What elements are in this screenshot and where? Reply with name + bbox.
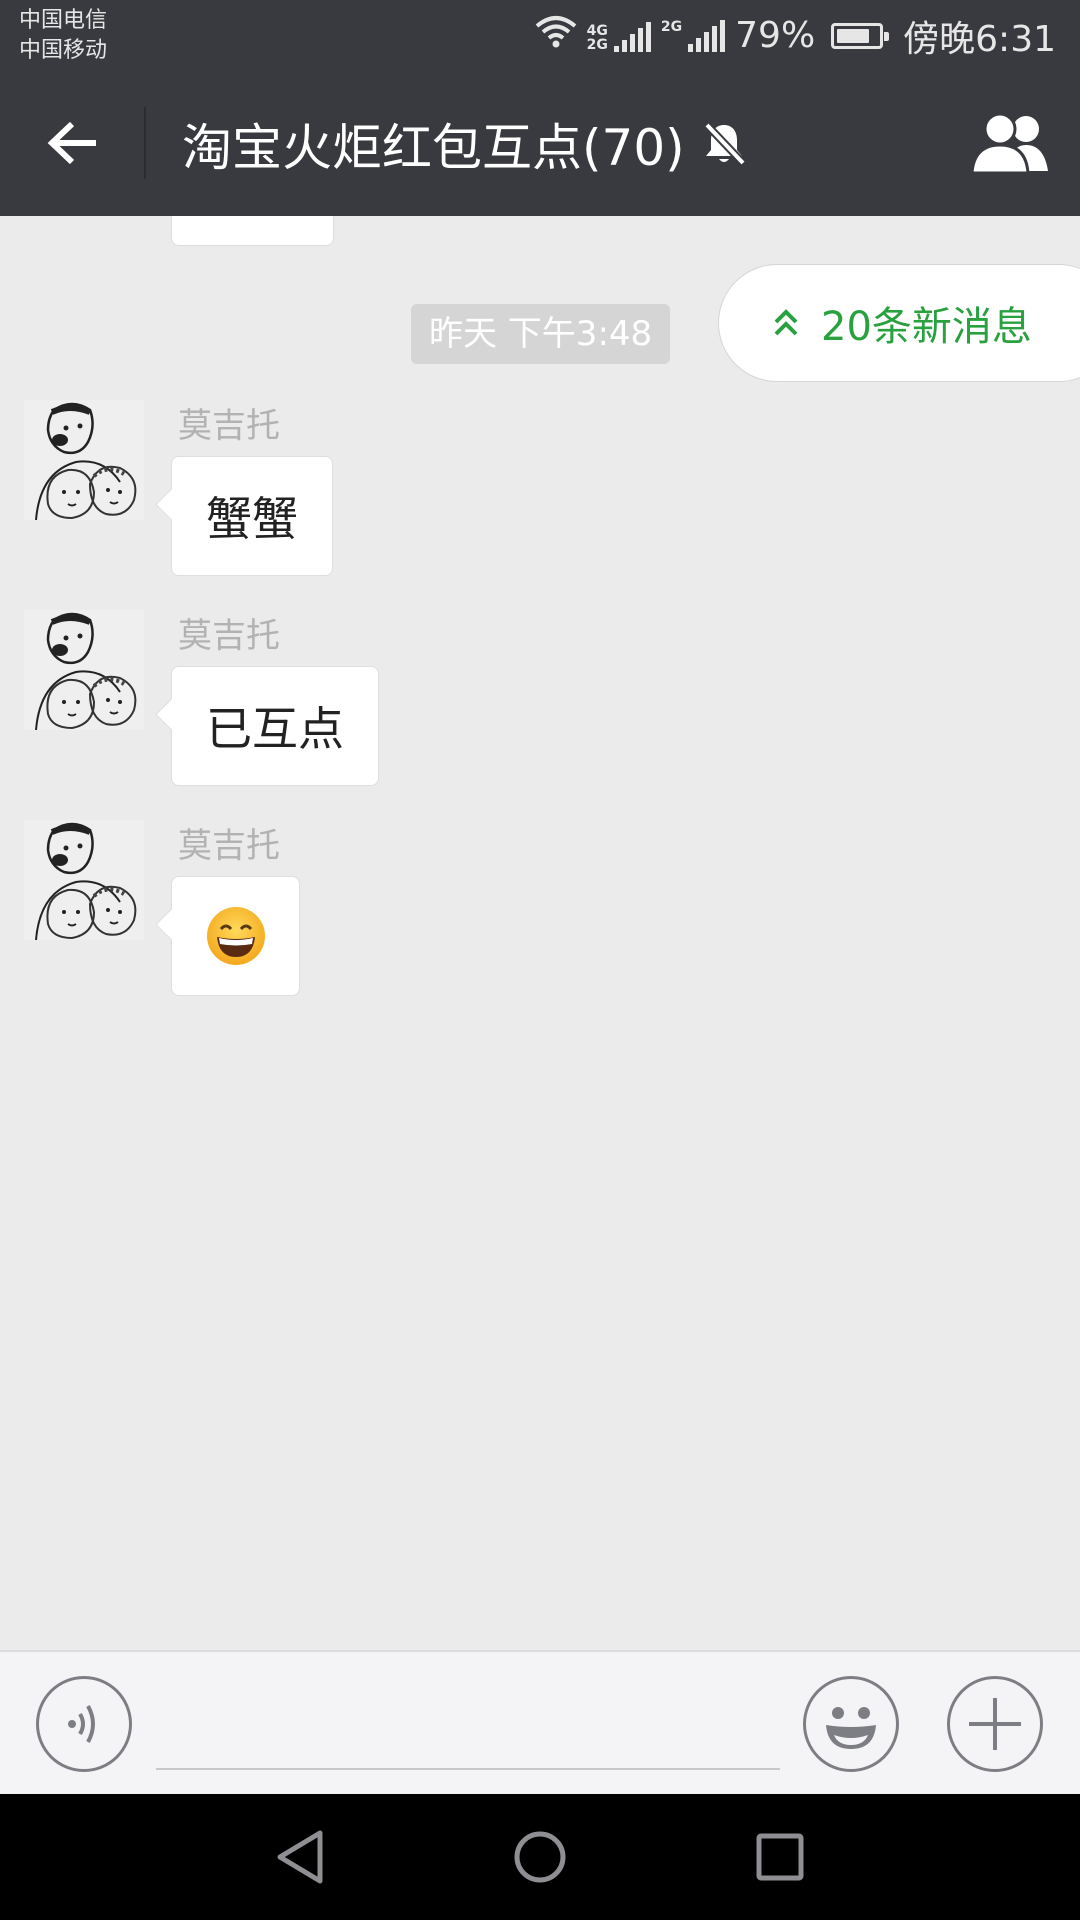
- signal-2-icon: 2G: [660, 18, 726, 52]
- new-messages-button[interactable]: 20条新消息: [718, 264, 1080, 382]
- circle-home-icon: [514, 1831, 566, 1883]
- avatar[interactable]: [24, 820, 144, 940]
- wifi-icon: [535, 14, 577, 57]
- grinning-emoji-icon: [206, 907, 265, 965]
- double-chevron-up-icon: [774, 309, 798, 336]
- signal-1-label-bottom: 2G: [586, 36, 608, 53]
- chat-title-container: 淘宝火炬红包互点(70): [182, 71, 749, 216]
- nav-recent-button[interactable]: [747, 1824, 813, 1890]
- carrier-names: 中国电信 中国移动: [19, 6, 107, 66]
- message-row: 莫吉托 已互点: [0, 610, 1080, 800]
- new-messages-label: 20条新消息: [821, 304, 1032, 350]
- carrier-1: 中国电信: [19, 8, 108, 33]
- signal-2-label: 2G: [660, 18, 683, 35]
- message-input[interactable]: [156, 1682, 780, 1770]
- sender-name: 莫吉托: [178, 406, 280, 446]
- message-row: 莫吉托 😄: [0, 820, 1080, 1010]
- message-text: 蟹蟹: [206, 492, 298, 546]
- nav-back-button[interactable]: [267, 1824, 333, 1890]
- clock: 傍晚6:31: [903, 18, 1056, 60]
- arrow-left-icon: [47, 121, 96, 165]
- battery-icon: [831, 22, 890, 49]
- signal-1-icon: 4G 2G: [587, 20, 651, 52]
- carrier-2: 中国移动: [19, 38, 108, 63]
- voice-icon: [68, 1705, 95, 1743]
- system-nav-bar: [0, 1794, 1080, 1920]
- chat-header: 淘宝火炬红包互点(70): [0, 71, 1080, 216]
- smiley-icon: [826, 1707, 876, 1749]
- timestamp-divider: 昨天 下午3:48: [411, 304, 671, 364]
- message-bubble[interactable]: 😄: [171, 876, 300, 996]
- avatar[interactable]: [24, 400, 144, 520]
- avatar[interactable]: [24, 610, 144, 730]
- sender-name: 莫吉托: [178, 826, 280, 866]
- members-button[interactable]: [968, 111, 1052, 175]
- message-bubble[interactable]: 已互点: [171, 666, 379, 786]
- battery-fill: [837, 28, 870, 43]
- emoji-button[interactable]: [803, 1676, 899, 1772]
- message-bubble[interactable]: 蟹蟹: [171, 456, 333, 576]
- chat-title: 淘宝火炬红包互点(70): [182, 118, 685, 177]
- chat-messages-area[interactable]: 昨天 下午3:48 20条新消息 莫吉托 蟹蟹 莫吉托 已互点 莫吉托: [0, 216, 1080, 1650]
- previous-message-bubble[interactable]: [171, 216, 334, 246]
- plus-icon: [969, 1698, 1021, 1750]
- bell-off-icon: [699, 119, 749, 169]
- sender-name: 莫吉托: [178, 616, 280, 656]
- nav-home-button[interactable]: [507, 1824, 573, 1890]
- battery-percent: 79%: [735, 15, 816, 56]
- message-row: 莫吉托 蟹蟹: [0, 400, 1080, 590]
- triangle-back-icon: [277, 1830, 323, 1884]
- more-button[interactable]: [947, 1676, 1043, 1772]
- square-recent-icon: [756, 1833, 804, 1881]
- group-people-icon: [970, 112, 1048, 175]
- back-button[interactable]: [40, 111, 104, 175]
- message-input-bar: [0, 1650, 1080, 1794]
- voice-button[interactable]: [36, 1676, 132, 1772]
- header-divider: [144, 107, 146, 179]
- message-text: 已互点: [206, 702, 344, 756]
- status-bar: 中国电信 中国移动 4G 2G 2G 79% 傍晚6:31: [0, 0, 1080, 71]
- status-icons: 4G 2G 2G 79% 傍晚6:31: [535, 0, 1056, 71]
- signal-1-label-top: 4G: [586, 22, 608, 39]
